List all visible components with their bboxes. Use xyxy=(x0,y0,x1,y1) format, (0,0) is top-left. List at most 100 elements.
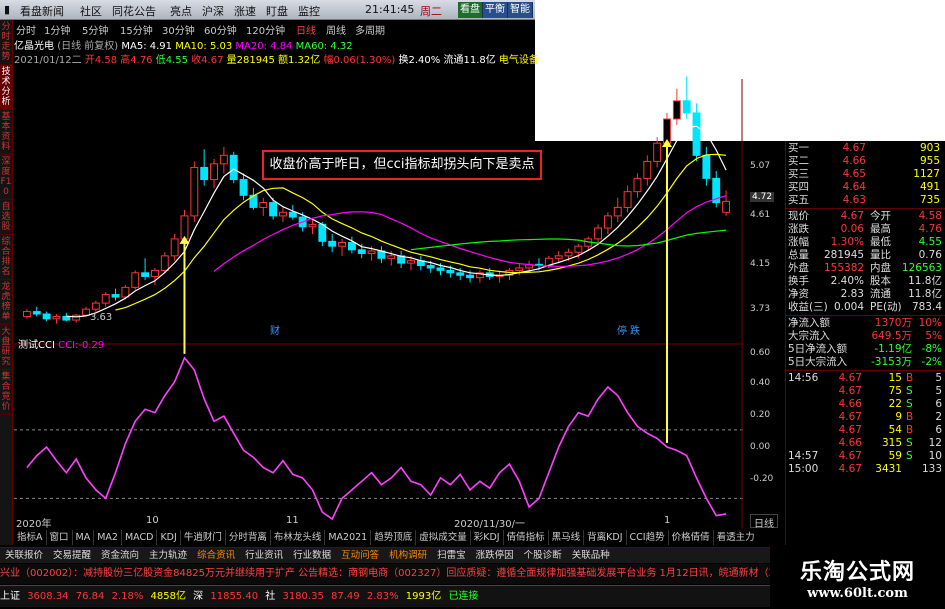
info-tab[interactable]: 资金流向 xyxy=(96,548,144,563)
cci-line xyxy=(26,356,727,521)
info-tab[interactable]: 主力轨迹 xyxy=(144,548,192,563)
period-tab[interactable]: 30分钟 xyxy=(162,22,195,37)
period-tab[interactable]: 5分钟 xyxy=(82,22,108,37)
period-tab[interactable]: 多周期 xyxy=(355,22,385,37)
news-ticker[interactable]: 兴业（002002）：减持股份三亿股资金84825万元并继续用于扩产 公告精选：… xyxy=(0,564,770,584)
price-tick: 4.61 xyxy=(750,210,771,220)
shen-index-name[interactable]: 深 xyxy=(193,591,203,602)
candle-body xyxy=(328,240,337,247)
period-tab[interactable]: 15分钟 xyxy=(120,22,153,37)
left-nav-item[interactable]: 大盘研究 xyxy=(0,325,12,370)
trade-price: 4.67 xyxy=(838,424,862,436)
quote-value: 783.4 xyxy=(911,301,942,313)
info-tab[interactable]: 行业数据 xyxy=(288,548,336,563)
menu-item-watch[interactable]: 盯盘 xyxy=(266,3,288,19)
menu-item-community[interactable]: 社区 xyxy=(80,3,102,19)
indicator-tab[interactable]: 虚拟成交量 xyxy=(416,530,471,545)
event-marker[interactable]: 跌 xyxy=(630,322,640,337)
left-nav-item[interactable]: 技术分析 xyxy=(0,65,12,110)
trade-side: S xyxy=(906,437,913,449)
indicator-tab[interactable]: MA2 xyxy=(94,530,122,545)
info-tab[interactable]: 关联品种 xyxy=(567,548,615,563)
left-nav-item[interactable]: 集合竞价 xyxy=(0,370,12,415)
weekday-text: 周二 xyxy=(420,5,442,18)
menu-item-shsz[interactable]: 沪深 xyxy=(202,3,224,19)
flow-pct: -2% xyxy=(921,356,942,368)
indicator-tab[interactable]: 价格倩倩 xyxy=(669,530,714,545)
info-tab[interactable]: 涨跌停因 xyxy=(471,548,519,563)
indicator-tab[interactable]: MACD xyxy=(122,530,158,545)
indicator-tab[interactable]: MA2021 xyxy=(325,530,372,545)
candle-body xyxy=(101,294,110,304)
left-nav-item[interactable]: 综合排名 xyxy=(0,235,12,280)
indicator-tab[interactable]: 彩KDJ xyxy=(471,530,504,545)
info-tab[interactable]: 行业资讯 xyxy=(240,548,288,563)
menu-item-announcement[interactable]: 同花公告 xyxy=(112,3,156,19)
indicator-tab[interactable]: 牛逍财门 xyxy=(181,530,226,545)
quote-value: 281945 xyxy=(824,249,865,261)
indicator-tab[interactable]: 趋势顶底 xyxy=(371,530,417,545)
menu-item-monitor[interactable]: 监控 xyxy=(298,3,320,19)
info-tab[interactable]: 扫雷宝 xyxy=(432,548,471,563)
candle-body xyxy=(682,100,691,114)
left-nav-item[interactable]: 自选股 xyxy=(0,200,12,235)
info-tab[interactable]: 关联报价 xyxy=(0,548,48,563)
info-tab[interactable]: 互动问答 xyxy=(336,548,384,563)
time-tick: 11 xyxy=(286,515,299,526)
left-nav-item[interactable]: 龙虎榜单 xyxy=(0,280,12,325)
indicator-tab[interactable]: 倩倩指标 xyxy=(504,530,549,545)
period-side-button[interactable]: 日线 xyxy=(750,514,778,530)
trade-price: 4.67 xyxy=(838,450,862,462)
menu-item-speed[interactable]: 涨速 xyxy=(234,3,256,19)
period-tab[interactable]: 周线 xyxy=(326,22,346,37)
left-nav-item[interactable]: 基本资料 xyxy=(0,110,12,155)
indicator-tab[interactable]: 布林龙头线 xyxy=(271,530,326,545)
indicator-tab[interactable]: 看透主力 xyxy=(714,530,754,545)
cci-name[interactable]: 测试CCI xyxy=(18,340,55,351)
period-tab[interactable]: 分时 xyxy=(16,22,36,37)
period-bar: 分时 1分钟 5分钟 15分钟 30分钟 60分钟 120分钟 日线 周线 多周… xyxy=(14,20,385,37)
order-volume: 735 xyxy=(919,194,940,206)
indicator-tab[interactable]: KDJ xyxy=(157,530,181,545)
indicator-tab[interactable]: 窗口 xyxy=(47,530,73,545)
order-volume: 491 xyxy=(919,181,940,193)
mode-button-kanpan[interactable]: 看盘 xyxy=(458,2,483,18)
info-tab[interactable]: 个股诊断 xyxy=(519,548,567,563)
info-tab[interactable]: 交易提醒 xyxy=(48,548,96,563)
index-status-bar: 上证 3608.34 76.84 2.18% 4858亿 深 11855.40 … xyxy=(0,585,770,607)
cci-tick: 0.40 xyxy=(750,378,771,388)
indicator-tab[interactable]: CCI趋势 xyxy=(627,530,669,545)
menu-item-news[interactable]: 看盘新闻 xyxy=(20,3,64,19)
candle-body xyxy=(219,154,228,165)
mode-button-smart[interactable]: 智能 xyxy=(508,2,533,18)
cy-index-name[interactable]: 社 xyxy=(265,591,275,602)
candle-body xyxy=(387,255,396,259)
candle-body xyxy=(170,238,179,257)
price-tick-current: 4.72 xyxy=(750,192,775,202)
cy-index-change: 87.49 xyxy=(331,591,360,602)
quote-label: 最高 xyxy=(870,223,891,235)
info-tab[interactable]: 机构调研 xyxy=(384,548,432,563)
left-nav-item[interactable]: 深度F10 xyxy=(0,155,12,200)
indicator-tab[interactable]: 分时背离 xyxy=(226,530,271,545)
period-tab[interactable]: 1分钟 xyxy=(44,22,70,37)
candle-body xyxy=(515,267,524,271)
menu-item-highlight[interactable]: 亮点 xyxy=(170,3,192,19)
info-tab[interactable]: 综合资讯 xyxy=(192,548,240,563)
quote-row: 14:57 4.67 59 S 10 xyxy=(786,450,945,463)
indicator-tab[interactable]: MA xyxy=(73,530,95,545)
quote-value: 4.67 xyxy=(840,210,864,222)
mode-button-balance[interactable]: 平衡 xyxy=(483,2,508,18)
sh-index-name[interactable]: 上证 xyxy=(0,591,20,602)
indicator-tab[interactable]: 背离KDJ xyxy=(584,530,627,545)
candle-body xyxy=(466,274,474,279)
quote-panel: 买一 4.67 903 买二 4.66 955 买三 4.65 1127 买四 4.64 491 买五 4… xyxy=(785,141,945,545)
indicator-tab[interactable]: 黑马线 xyxy=(549,530,585,545)
period-tab[interactable]: 60分钟 xyxy=(204,22,237,37)
event-marker[interactable]: 停 xyxy=(617,322,627,337)
period-tab-active[interactable]: 日线 xyxy=(296,22,316,37)
event-marker[interactable]: 财 xyxy=(270,322,280,337)
period-tab[interactable]: 120分钟 xyxy=(246,22,285,37)
indicator-tab[interactable]: 指标A xyxy=(14,530,47,545)
left-nav-item[interactable]: 分时走势 xyxy=(0,20,12,65)
